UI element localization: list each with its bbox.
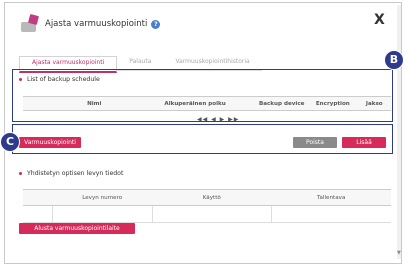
close-button[interactable]: X: [374, 12, 385, 28]
optical-section-title: Yhdistetyn optisen levyn tiedot: [19, 170, 123, 177]
help-icon[interactable]: ?: [151, 19, 161, 29]
annotation-marker-b: B: [384, 50, 404, 70]
column-header-usage: Käyttö: [152, 189, 272, 206]
table-row: [23, 205, 391, 223]
table-cell: [52, 205, 153, 223]
annotation-marker-c: C: [0, 132, 20, 152]
table-cell: [23, 205, 53, 223]
vertical-scrollbar[interactable]: [397, 5, 401, 259]
column-header-writable: Tallentava: [271, 189, 391, 206]
optical-disc-table: Levyn numero Käyttö Tallentava: [23, 189, 391, 223]
column-header-disc-number: Levyn numero: [52, 189, 153, 206]
select-column-header: [23, 189, 53, 206]
tab-bar: Ajasta varmuuskopiointi Palauta Varmuusk…: [19, 56, 262, 73]
annotation-box-b: [12, 69, 393, 122]
backup-app-icon: [19, 13, 40, 34]
dialog-header: Ajasta varmuuskopiointi ?: [19, 12, 161, 36]
bullet-icon: [19, 172, 22, 175]
dialog-title: Ajasta varmuuskopiointi: [45, 19, 148, 29]
table-cell: [152, 205, 272, 223]
initialize-backup-device-button[interactable]: Alusta varmuuskopiointilaite: [19, 223, 135, 234]
optical-section-label: Yhdistetyn optisen levyn tiedot: [27, 170, 124, 177]
annotation-box-c: [12, 124, 393, 154]
scroll-down-arrow-icon[interactable]: ▼: [397, 250, 401, 256]
table-cell: [271, 205, 391, 223]
